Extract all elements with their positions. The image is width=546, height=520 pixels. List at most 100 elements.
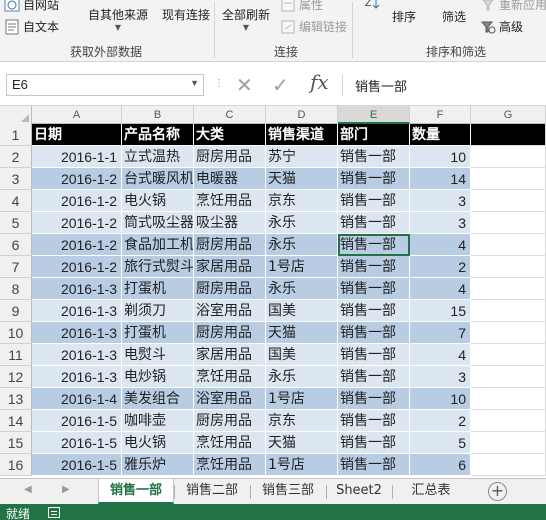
- table-cell[interactable]: 咖啡壶: [122, 410, 194, 432]
- table-cell[interactable]: 3: [410, 212, 471, 234]
- table-cell[interactable]: 家居用品: [194, 344, 266, 366]
- table-cell[interactable]: 烹饪用品: [194, 454, 266, 476]
- worksheet-grid[interactable]: ABCDEFG 1 日期 产品名称 大类 销售渠道 部门 数量 2 2016-1-1 立式温热 厨房…: [0, 106, 546, 478]
- empty-cell[interactable]: [471, 124, 546, 146]
- table-cell[interactable]: 浴室用品: [194, 388, 266, 410]
- formula-input[interactable]: 销售一部: [342, 74, 546, 96]
- table-cell[interactable]: 销售一部: [338, 190, 410, 212]
- empty-cell[interactable]: [471, 278, 546, 300]
- table-cell[interactable]: 10: [410, 146, 471, 168]
- table-cell[interactable]: 电熨斗: [122, 344, 194, 366]
- row-header[interactable]: 14: [0, 410, 32, 432]
- macro-record-icon[interactable]: [48, 507, 60, 518]
- table-cell[interactable]: 打蛋机: [122, 278, 194, 300]
- table-cell[interactable]: 烹饪用品: [194, 432, 266, 454]
- sort-az-button[interactable]: Z: [364, 0, 380, 10]
- sheet-tab[interactable]: 销售一部: [98, 479, 174, 504]
- table-cell[interactable]: 烹饪用品: [194, 366, 266, 388]
- column-header-a[interactable]: A: [32, 106, 122, 124]
- table-cell[interactable]: 1号店: [266, 454, 338, 476]
- table-cell[interactable]: 销售一部: [338, 410, 410, 432]
- table-cell[interactable]: 永乐: [266, 366, 338, 388]
- table-cell[interactable]: 打蛋机: [122, 322, 194, 344]
- column-title-cell[interactable]: 大类: [194, 124, 266, 146]
- table-cell[interactable]: 15: [410, 300, 471, 322]
- table-cell[interactable]: 2016-1-2: [32, 168, 122, 190]
- table-cell[interactable]: 吸尘器: [194, 212, 266, 234]
- enter-icon[interactable]: ✓: [272, 73, 289, 97]
- sort-button[interactable]: 排序: [392, 8, 416, 25]
- table-cell[interactable]: 电暖器: [194, 168, 266, 190]
- table-cell[interactable]: 电火锅: [122, 190, 194, 212]
- empty-cell[interactable]: [471, 212, 546, 234]
- column-title-cell[interactable]: 部门: [338, 124, 410, 146]
- table-cell[interactable]: 雅乐炉: [122, 454, 194, 476]
- table-cell[interactable]: 美发组合: [122, 388, 194, 410]
- table-cell[interactable]: 天猫: [266, 432, 338, 454]
- table-cell[interactable]: 2016-1-3: [32, 344, 122, 366]
- table-cell[interactable]: 2016-1-2: [32, 234, 122, 256]
- empty-cell[interactable]: [471, 146, 546, 168]
- from-text-button[interactable]: 自文本: [4, 18, 59, 35]
- empty-cell[interactable]: [471, 454, 546, 476]
- cancel-icon[interactable]: ✕: [236, 73, 253, 97]
- table-cell[interactable]: 厨房用品: [194, 234, 266, 256]
- empty-cell[interactable]: [471, 300, 546, 322]
- empty-cell[interactable]: [471, 190, 546, 212]
- table-cell[interactable]: 1号店: [266, 256, 338, 278]
- table-cell[interactable]: 旅行式熨斗: [122, 256, 194, 278]
- table-cell[interactable]: 销售一部: [338, 168, 410, 190]
- table-cell[interactable]: 5: [410, 432, 471, 454]
- row-header[interactable]: 3: [0, 168, 32, 190]
- table-cell[interactable]: 京东: [266, 190, 338, 212]
- sheet-tab[interactable]: 销售三部: [252, 479, 324, 504]
- column-header-g[interactable]: G: [471, 106, 546, 124]
- table-cell[interactable]: 销售一部: [338, 146, 410, 168]
- row-header[interactable]: 9: [0, 300, 32, 322]
- table-cell[interactable]: 2016-1-1: [32, 146, 122, 168]
- table-cell[interactable]: 国美: [266, 344, 338, 366]
- table-cell[interactable]: 电火锅: [122, 432, 194, 454]
- table-cell[interactable]: 立式温热: [122, 146, 194, 168]
- column-header-e[interactable]: E: [338, 106, 410, 124]
- from-other-sources-button[interactable]: 自其他来源 ▼: [88, 6, 148, 32]
- table-cell[interactable]: 销售一部: [338, 454, 410, 476]
- table-cell[interactable]: 2016-1-5: [32, 410, 122, 432]
- table-cell[interactable]: 销售一部: [338, 212, 410, 234]
- existing-connections-button[interactable]: 现有连接: [162, 6, 210, 23]
- table-cell[interactable]: 厨房用品: [194, 410, 266, 432]
- column-header-d[interactable]: D: [266, 106, 338, 124]
- table-cell[interactable]: 永乐: [266, 278, 338, 300]
- table-cell[interactable]: 国美: [266, 300, 338, 322]
- table-cell[interactable]: 销售一部: [338, 234, 410, 256]
- table-cell[interactable]: 电炒锅: [122, 366, 194, 388]
- table-cell[interactable]: 浴室用品: [194, 300, 266, 322]
- table-cell[interactable]: 6: [410, 454, 471, 476]
- advanced-filter-button[interactable]: 高级: [480, 18, 523, 35]
- table-cell[interactable]: 厨房用品: [194, 278, 266, 300]
- empty-cell[interactable]: [471, 256, 546, 278]
- row-header[interactable]: 13: [0, 388, 32, 410]
- empty-cell[interactable]: [471, 322, 546, 344]
- column-header-c[interactable]: C: [194, 106, 266, 124]
- refresh-all-button[interactable]: 全部刷新 ▼: [222, 6, 270, 32]
- reapply-button[interactable]: 重新应用: [480, 0, 546, 13]
- row-header[interactable]: 7: [0, 256, 32, 278]
- table-cell[interactable]: 厨房用品: [194, 146, 266, 168]
- table-cell[interactable]: 14: [410, 168, 471, 190]
- empty-cell[interactable]: [471, 388, 546, 410]
- table-cell[interactable]: 销售一部: [338, 256, 410, 278]
- drag-handle-icon[interactable]: ⋮: [214, 78, 225, 89]
- row-header[interactable]: 8: [0, 278, 32, 300]
- table-cell[interactable]: 剃须刀: [122, 300, 194, 322]
- table-cell[interactable]: 2: [410, 256, 471, 278]
- table-cell[interactable]: 销售一部: [338, 300, 410, 322]
- table-cell[interactable]: 2016-1-2: [32, 190, 122, 212]
- column-title-cell[interactable]: 销售渠道: [266, 124, 338, 146]
- table-cell[interactable]: 天猫: [266, 322, 338, 344]
- table-cell[interactable]: 家居用品: [194, 256, 266, 278]
- scroll-tabs-right-icon[interactable]: ▶: [62, 484, 70, 495]
- table-cell[interactable]: 2016-1-3: [32, 366, 122, 388]
- table-cell[interactable]: 食品加工机: [122, 234, 194, 256]
- table-cell[interactable]: 销售一部: [338, 278, 410, 300]
